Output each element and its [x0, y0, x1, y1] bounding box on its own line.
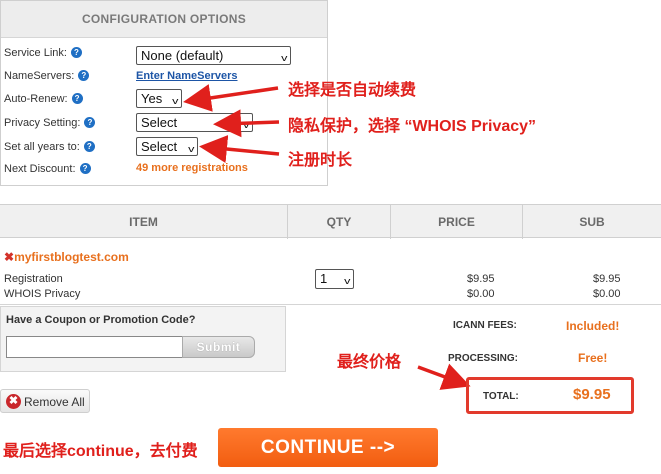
domain-name: myfirstblogtest.com	[14, 250, 129, 264]
arrow-years	[199, 135, 280, 163]
total-label: TOTAL:	[483, 391, 519, 402]
chevron-down-icon: v	[343, 276, 350, 286]
column-sub: SUB	[522, 205, 661, 239]
coupon-panel: Have a Coupon or Promotion Code? Submit	[0, 306, 286, 372]
quantity-select[interactable]: 1v	[315, 269, 354, 289]
registration-price: $9.95	[467, 273, 495, 285]
coupon-title: Have a Coupon or Promotion Code?	[6, 314, 196, 326]
cart-domain-row: ✖myfirstblogtest.com	[4, 250, 129, 264]
icann-fees-value: Included!	[566, 319, 620, 333]
annotation-years: 注册时长	[288, 152, 353, 169]
processing-value: Free!	[578, 351, 608, 365]
remove-all-button[interactable]: ✖ Remove All	[0, 389, 90, 413]
arrow-total	[417, 363, 471, 390]
column-price: PRICE	[390, 205, 522, 239]
icann-fees-label: ICANN FEES:	[453, 320, 517, 331]
annotation-continue: 最后选择continue，去付费	[3, 443, 198, 460]
whois-price: $0.00	[467, 288, 495, 300]
cart-table-header: ITEM QTY PRICE SUB	[0, 204, 661, 239]
annotation-final-price: 最终价格	[337, 354, 402, 371]
remove-icon: ✖	[6, 394, 21, 409]
column-item: ITEM	[129, 215, 158, 229]
arrow-auto-renew	[183, 84, 279, 112]
registration-sub: $9.95	[593, 273, 621, 285]
total-value: $9.95	[573, 386, 611, 403]
coupon-input[interactable]	[6, 336, 184, 358]
remove-icon[interactable]: ✖	[4, 250, 14, 264]
remove-all-label: Remove All	[24, 395, 85, 409]
continue-button[interactable]: CONTINUE -->	[218, 428, 438, 467]
line-registration: Registration	[4, 273, 63, 285]
whois-sub: $0.00	[593, 288, 621, 300]
processing-label: PROCESSING:	[448, 353, 519, 364]
annotation-privacy: 隐私保护，选择 “WHOIS Privacy”	[288, 118, 537, 135]
coupon-submit-button[interactable]: Submit	[182, 336, 255, 358]
line-whois-privacy: WHOIS Privacy	[4, 288, 81, 300]
annotation-auto-renew: 选择是否自动续费	[288, 82, 417, 99]
divider	[0, 304, 661, 305]
column-qty: QTY	[287, 205, 390, 239]
arrow-privacy	[213, 109, 280, 138]
